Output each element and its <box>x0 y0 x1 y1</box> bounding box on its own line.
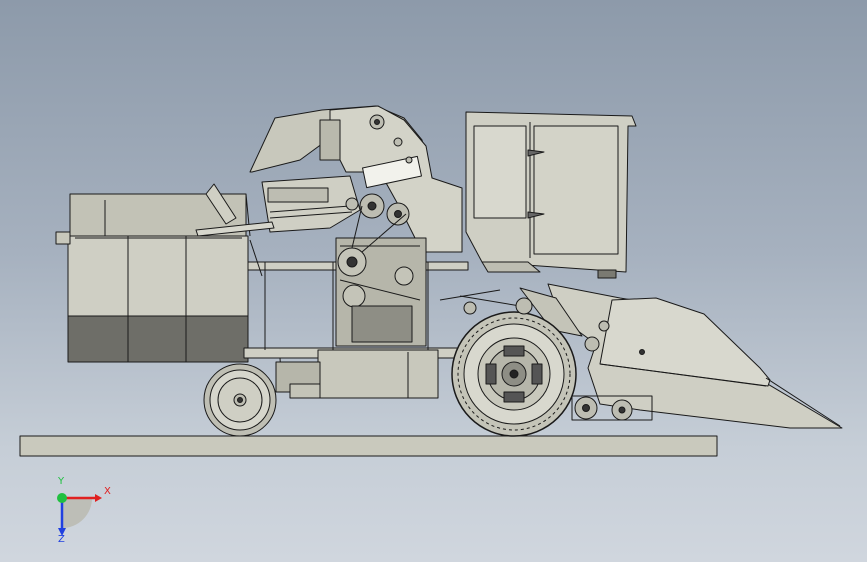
x-axis-label: X <box>104 486 111 497</box>
coordinate-triad: X Y Z <box>40 476 120 548</box>
cad-viewport[interactable]: X Y Z <box>0 0 867 562</box>
front-wheel <box>451 311 577 437</box>
engine-block <box>335 237 427 347</box>
y-axis-label: Y <box>58 476 65 487</box>
rear-wheel <box>203 363 277 437</box>
cabin <box>465 111 637 279</box>
sieve-box <box>195 175 361 237</box>
harvester-model[interactable] <box>0 0 867 562</box>
ground-plate <box>19 435 718 457</box>
z-axis-label: Z <box>58 534 65 545</box>
grain-tank <box>55 193 251 363</box>
